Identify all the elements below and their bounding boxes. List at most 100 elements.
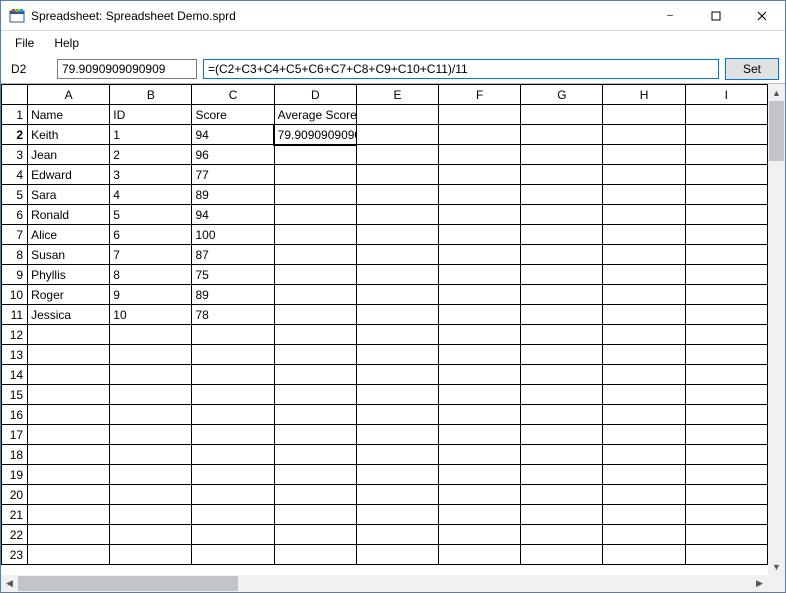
cell-B22[interactable] (110, 525, 192, 545)
horizontal-scrollbar[interactable]: ◀ ▶ (1, 575, 768, 592)
hscroll-track[interactable] (18, 575, 751, 592)
cell-A1[interactable]: Name (28, 105, 110, 125)
cell-H14[interactable] (603, 365, 685, 385)
cell-D21[interactable] (274, 505, 356, 525)
cell-I7[interactable] (685, 225, 767, 245)
cell-H3[interactable] (603, 145, 685, 165)
cell-A2[interactable]: Keith (28, 125, 110, 145)
cell-C3[interactable]: 96 (192, 145, 274, 165)
cell-G6[interactable] (521, 205, 603, 225)
cell-B23[interactable] (110, 545, 192, 565)
cell-F18[interactable] (439, 445, 521, 465)
cell-C19[interactable] (192, 465, 274, 485)
cell-D9[interactable] (274, 265, 356, 285)
cell-H5[interactable] (603, 185, 685, 205)
cell-A12[interactable] (28, 325, 110, 345)
cell-C13[interactable] (192, 345, 274, 365)
cell-G21[interactable] (521, 505, 603, 525)
cell-A11[interactable]: Jessica (28, 305, 110, 325)
row-header-10[interactable]: 10 (2, 285, 28, 305)
cell-B7[interactable]: 6 (110, 225, 192, 245)
cell-D11[interactable] (274, 305, 356, 325)
cell-A23[interactable] (28, 545, 110, 565)
cell-B20[interactable] (110, 485, 192, 505)
cell-A13[interactable] (28, 345, 110, 365)
cell-H22[interactable] (603, 525, 685, 545)
cell-G13[interactable] (521, 345, 603, 365)
column-header-A[interactable]: A (28, 85, 110, 105)
cell-B2[interactable]: 1 (110, 125, 192, 145)
cell-D15[interactable] (274, 385, 356, 405)
cell-E13[interactable] (356, 345, 438, 365)
cell-E5[interactable] (356, 185, 438, 205)
cell-D6[interactable] (274, 205, 356, 225)
column-header-H[interactable]: H (603, 85, 685, 105)
cell-F13[interactable] (439, 345, 521, 365)
menu-help[interactable]: Help (44, 33, 89, 53)
cell-A22[interactable] (28, 525, 110, 545)
cell-G9[interactable] (521, 265, 603, 285)
cell-H2[interactable] (603, 125, 685, 145)
row-header-7[interactable]: 7 (2, 225, 28, 245)
cell-I8[interactable] (685, 245, 767, 265)
cell-A10[interactable]: Roger (28, 285, 110, 305)
set-button[interactable]: Set (725, 58, 779, 80)
cell-C22[interactable] (192, 525, 274, 545)
cell-F21[interactable] (439, 505, 521, 525)
cell-B21[interactable] (110, 505, 192, 525)
cell-B3[interactable]: 2 (110, 145, 192, 165)
column-header-I[interactable]: I (685, 85, 767, 105)
cell-G7[interactable] (521, 225, 603, 245)
row-header-18[interactable]: 18 (2, 445, 28, 465)
cell-B1[interactable]: ID (110, 105, 192, 125)
cell-H19[interactable] (603, 465, 685, 485)
cell-F12[interactable] (439, 325, 521, 345)
cell-C5[interactable]: 89 (192, 185, 274, 205)
cell-D18[interactable] (274, 445, 356, 465)
cell-A20[interactable] (28, 485, 110, 505)
cell-C4[interactable]: 77 (192, 165, 274, 185)
cell-D14[interactable] (274, 365, 356, 385)
cell-F19[interactable] (439, 465, 521, 485)
cell-D13[interactable] (274, 345, 356, 365)
formula-input[interactable] (203, 59, 719, 79)
cell-D2[interactable]: 79.90909090909 (274, 125, 356, 145)
vscroll-track[interactable] (768, 101, 785, 558)
row-header-23[interactable]: 23 (2, 545, 28, 565)
cell-A3[interactable]: Jean (28, 145, 110, 165)
row-header-20[interactable]: 20 (2, 485, 28, 505)
cell-C9[interactable]: 75 (192, 265, 274, 285)
cell-C10[interactable]: 89 (192, 285, 274, 305)
cell-C8[interactable]: 87 (192, 245, 274, 265)
cell-F22[interactable] (439, 525, 521, 545)
cell-I20[interactable] (685, 485, 767, 505)
cell-H16[interactable] (603, 405, 685, 425)
cell-C18[interactable] (192, 445, 274, 465)
row-header-13[interactable]: 13 (2, 345, 28, 365)
scroll-right-icon[interactable]: ▶ (751, 575, 768, 592)
row-header-2[interactable]: 2 (2, 125, 28, 145)
row-header-1[interactable]: 1 (2, 105, 28, 125)
cell-E19[interactable] (356, 465, 438, 485)
cell-B11[interactable]: 10 (110, 305, 192, 325)
cell-F14[interactable] (439, 365, 521, 385)
cell-B16[interactable] (110, 405, 192, 425)
cell-C12[interactable] (192, 325, 274, 345)
cell-A5[interactable]: Sara (28, 185, 110, 205)
cell-C17[interactable] (192, 425, 274, 445)
cell-A6[interactable]: Ronald (28, 205, 110, 225)
cell-B19[interactable] (110, 465, 192, 485)
cell-F4[interactable] (439, 165, 521, 185)
cell-D17[interactable] (274, 425, 356, 445)
close-button[interactable] (739, 1, 785, 31)
cell-H15[interactable] (603, 385, 685, 405)
cell-H13[interactable] (603, 345, 685, 365)
cell-F15[interactable] (439, 385, 521, 405)
row-header-22[interactable]: 22 (2, 525, 28, 545)
cell-E12[interactable] (356, 325, 438, 345)
cell-E2[interactable] (356, 125, 438, 145)
cell-B8[interactable]: 7 (110, 245, 192, 265)
cell-C11[interactable]: 78 (192, 305, 274, 325)
cell-F11[interactable] (439, 305, 521, 325)
cell-B6[interactable]: 5 (110, 205, 192, 225)
